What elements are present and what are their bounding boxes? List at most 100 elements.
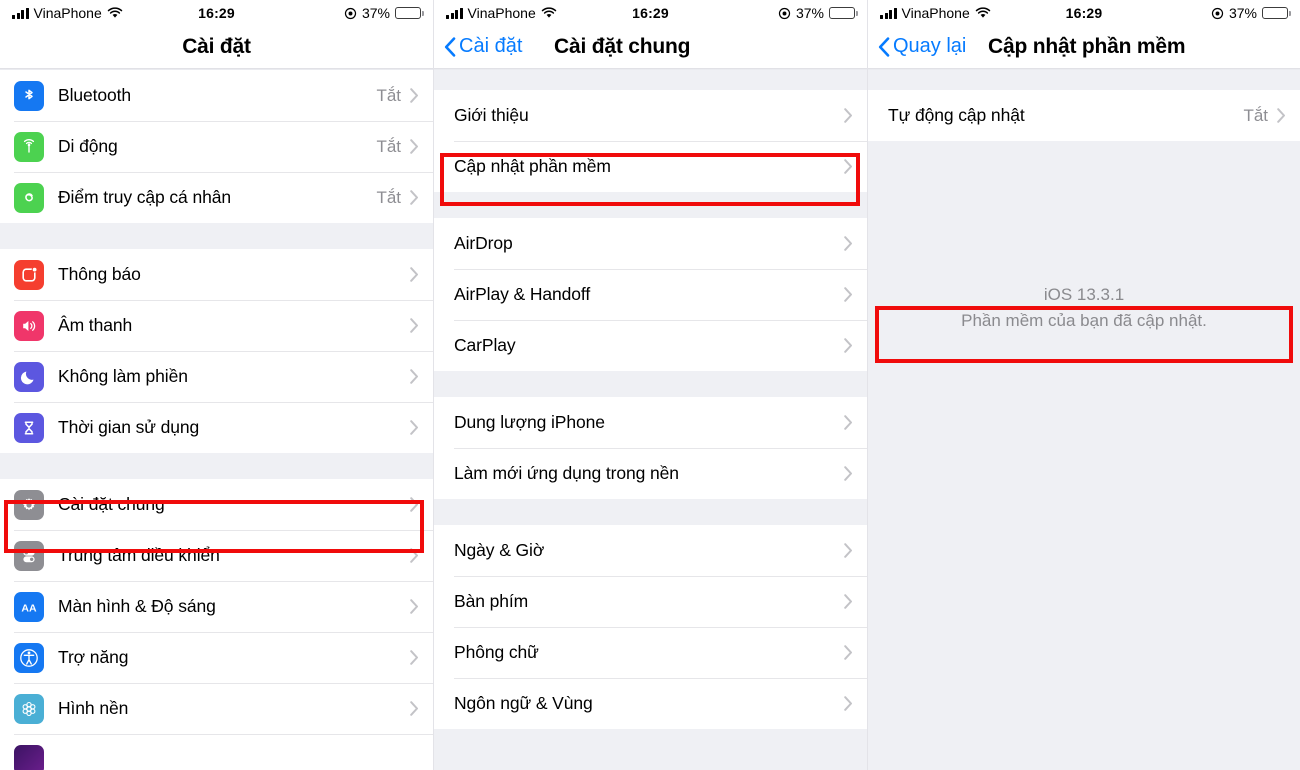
general-row-carplay[interactable]: CarPlay bbox=[434, 320, 867, 371]
settings-row-general[interactable]: Cài đặt chung bbox=[0, 479, 433, 530]
general-row-label: Phông chữ bbox=[454, 642, 539, 662]
software-update-content: Tự động cập nhật Tắt iOS 13.3.1 Phần mềm… bbox=[868, 70, 1300, 770]
settings-row-label: Thời gian sử dụng bbox=[58, 417, 200, 437]
chevron-right-icon bbox=[410, 420, 418, 435]
settings-row-value: Tắt bbox=[376, 136, 401, 156]
settings-row-siri-partial[interactable] bbox=[0, 734, 433, 770]
location-services-icon bbox=[344, 7, 357, 19]
general-row-label: Bàn phím bbox=[454, 591, 529, 611]
chevron-right-icon bbox=[844, 415, 852, 430]
settings-group-alerts: Thông báo Âm thanh Không làm phiền Thời … bbox=[0, 249, 433, 453]
panel-settings: VinaPhone 16:29 37% Cài đặt Bluetooth Tắ… bbox=[0, 0, 434, 770]
general-list-top-gap bbox=[434, 70, 867, 90]
chevron-left-icon bbox=[878, 36, 890, 57]
chevron-right-icon bbox=[844, 338, 852, 353]
general-row-language-region[interactable]: Ngôn ngữ & Vùng bbox=[434, 678, 867, 729]
settings-row-bluetooth[interactable]: Bluetooth Tắt bbox=[0, 70, 433, 121]
software-update-group-auto: Tự động cập nhật Tắt bbox=[868, 90, 1300, 141]
settings-row-display-brightness[interactable]: AA Màn hình & Độ sáng bbox=[0, 581, 433, 632]
up-to-date-label: Phần mềm của bạn đã cập nhật. bbox=[961, 311, 1207, 330]
settings-row-control-center[interactable]: Trung tâm điều khiển bbox=[0, 530, 433, 581]
navbar-settings: Cài đặt bbox=[0, 26, 433, 68]
three-panel-screenshot: VinaPhone 16:29 37% Cài đặt Bluetooth Tắ… bbox=[0, 0, 1300, 770]
settings-row-do-not-disturb[interactable]: Không làm phiền bbox=[0, 351, 433, 402]
settings-row-personal-hotspot[interactable]: Điểm truy cập cá nhân Tắt bbox=[0, 172, 433, 223]
general-group-sharing: AirDrop AirPlay & Handoff CarPlay bbox=[434, 218, 867, 371]
battery-icon bbox=[395, 7, 424, 19]
status-bar-left: VinaPhone bbox=[446, 5, 557, 21]
chevron-right-icon bbox=[410, 139, 418, 154]
settings-group-gap bbox=[0, 223, 433, 249]
signal-bars-icon bbox=[12, 7, 29, 19]
location-services-icon bbox=[778, 7, 791, 19]
cellular-icon bbox=[14, 131, 44, 162]
wifi-icon bbox=[107, 7, 122, 18]
general-row-airdrop[interactable]: AirDrop bbox=[434, 218, 867, 269]
chevron-right-icon bbox=[410, 701, 418, 716]
settings-row-cellular[interactable]: Di động Tắt bbox=[0, 121, 433, 172]
gear-icon bbox=[14, 489, 44, 520]
settings-row-label: Di động bbox=[58, 136, 118, 156]
software-update-row-automatic-updates[interactable]: Tự động cập nhật Tắt bbox=[868, 90, 1300, 141]
general-row-iphone-storage[interactable]: Dung lượng iPhone bbox=[434, 397, 867, 448]
general-row-label: AirPlay & Handoff bbox=[454, 284, 591, 304]
settings-row-value: Tắt bbox=[376, 85, 401, 105]
settings-row-accessibility[interactable]: Trợ năng bbox=[0, 632, 433, 683]
general-row-label: Ngôn ngữ & Vùng bbox=[454, 693, 593, 713]
status-bar-right: 37% bbox=[344, 5, 424, 21]
back-button-label: Quay lại bbox=[893, 35, 967, 57]
notifications-icon bbox=[14, 259, 44, 290]
general-row-airplay-handoff[interactable]: AirPlay & Handoff bbox=[434, 269, 867, 320]
battery-icon bbox=[829, 7, 858, 19]
carrier-label: VinaPhone bbox=[33, 5, 102, 21]
settings-row-notifications[interactable]: Thông báo bbox=[0, 249, 433, 300]
status-bar-settings: VinaPhone 16:29 37% bbox=[0, 0, 433, 26]
chevron-right-icon bbox=[844, 236, 852, 251]
personal-hotspot-icon bbox=[14, 182, 44, 213]
chevron-right-icon bbox=[410, 88, 418, 103]
settings-row-label: Hình nền bbox=[58, 698, 129, 718]
chevron-right-icon bbox=[844, 594, 852, 609]
signal-bars-icon bbox=[880, 7, 897, 19]
settings-row-screen-time[interactable]: Thời gian sử dụng bbox=[0, 402, 433, 453]
settings-row-label: Trung tâm điều khiển bbox=[58, 545, 220, 565]
settings-row-value: Tắt bbox=[376, 187, 401, 207]
panel-general: VinaPhone 16:29 37% Cài đặt Cài đặt chun… bbox=[434, 0, 868, 770]
battery-percent-label: 37% bbox=[361, 5, 390, 21]
settings-row-label: Trợ năng bbox=[58, 647, 129, 667]
navbar-general: Cài đặt Cài đặt chung bbox=[434, 26, 867, 68]
general-row-fonts[interactable]: Phông chữ bbox=[434, 627, 867, 678]
chevron-right-icon bbox=[844, 696, 852, 711]
settings-row-sounds[interactable]: Âm thanh bbox=[0, 300, 433, 351]
settings-row-wallpaper[interactable]: Hình nền bbox=[0, 683, 433, 734]
chevron-right-icon bbox=[844, 466, 852, 481]
status-bar-general: VinaPhone 16:29 37% bbox=[434, 0, 867, 26]
page-title-general: Cài đặt chung bbox=[554, 34, 691, 58]
back-button-general[interactable]: Cài đặt bbox=[444, 35, 522, 58]
general-row-date-time[interactable]: Ngày & Giờ bbox=[434, 525, 867, 576]
general-group-info: Giới thiệu Cập nhật phần mềm bbox=[434, 90, 867, 192]
wifi-icon bbox=[975, 7, 990, 18]
chevron-right-icon bbox=[410, 369, 418, 384]
back-button-label: Cài đặt bbox=[459, 35, 523, 57]
battery-percent-label: 37% bbox=[795, 5, 824, 21]
chevron-right-icon bbox=[844, 543, 852, 558]
general-row-about[interactable]: Giới thiệu bbox=[434, 90, 867, 141]
carrier-label: VinaPhone bbox=[901, 5, 970, 21]
chevron-right-icon bbox=[410, 318, 418, 333]
status-bar-right: 37% bbox=[778, 5, 858, 21]
settings-group-system: Cài đặt chung Trung tâm điều khiển AA Mà… bbox=[0, 479, 433, 770]
wifi-icon bbox=[541, 7, 556, 18]
page-title-settings: Cài đặt bbox=[182, 34, 251, 58]
chevron-right-icon bbox=[844, 159, 852, 174]
back-button-software-update[interactable]: Quay lại bbox=[878, 35, 966, 58]
general-group-storage: Dung lượng iPhone Làm mới ứng dụng trong… bbox=[434, 397, 867, 499]
general-row-label: Cập nhật phần mềm bbox=[454, 156, 611, 176]
general-group-gap bbox=[434, 371, 867, 397]
settings-row-label: Cài đặt chung bbox=[58, 494, 165, 514]
general-row-keyboard[interactable]: Bàn phím bbox=[434, 576, 867, 627]
location-services-icon bbox=[1211, 7, 1224, 19]
general-row-background-app-refresh[interactable]: Làm mới ứng dụng trong nền bbox=[434, 448, 867, 499]
accessibility-icon bbox=[14, 642, 44, 673]
general-row-software-update[interactable]: Cập nhật phần mềm bbox=[434, 141, 867, 192]
